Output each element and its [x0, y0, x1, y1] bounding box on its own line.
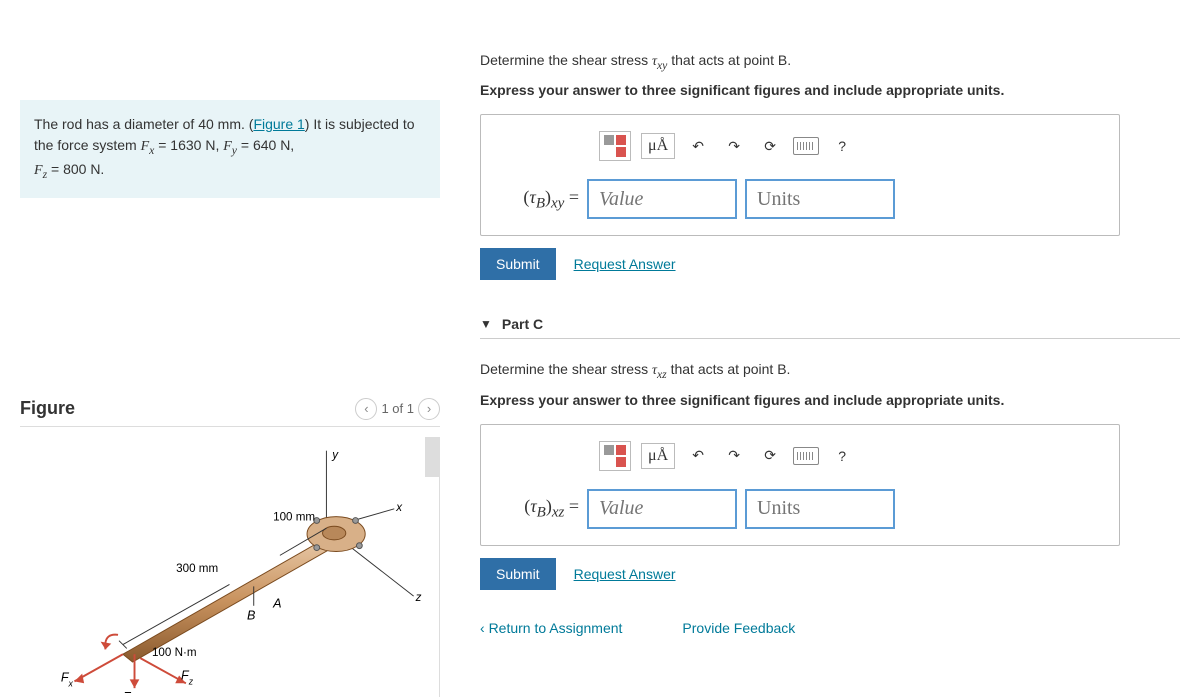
partb-units-input[interactable] [745, 179, 895, 219]
undo-icon[interactable]: ↶ [685, 133, 711, 159]
partc-units-input[interactable] [745, 489, 895, 529]
svg-text:Fx: Fx [61, 670, 74, 688]
caret-down-icon: ▼ [480, 317, 492, 331]
figure-counter: 1 of 1 [381, 401, 414, 416]
svg-text:B: B [247, 608, 255, 622]
keyboard-icon[interactable] [793, 133, 819, 159]
help-icon[interactable]: ? [829, 443, 855, 469]
partc-value-input[interactable] [587, 489, 737, 529]
figure-link[interactable]: Figure 1 [253, 116, 304, 132]
figure-prev-button[interactable]: ‹ [355, 398, 377, 420]
partc-submit-button[interactable]: Submit [480, 558, 556, 590]
svg-text:y: y [331, 448, 339, 461]
partb-answer-box: μÅ ↶ ↷ ⟳ ? (τB)xy = [480, 114, 1120, 236]
template-icon[interactable] [599, 131, 631, 161]
units-menu-button[interactable]: μÅ [641, 443, 675, 469]
svg-text:Fy: Fy [123, 689, 136, 692]
partb-instruct: Express your answer to three significant… [480, 82, 1180, 98]
redo-icon[interactable]: ↷ [721, 443, 747, 469]
partc-instruct: Express your answer to three significant… [480, 392, 1180, 408]
reset-icon[interactable]: ⟳ [757, 133, 783, 159]
units-menu-button[interactable]: μÅ [641, 133, 675, 159]
partb-value-input[interactable] [587, 179, 737, 219]
reset-icon[interactable]: ⟳ [757, 443, 783, 469]
partb-submit-button[interactable]: Submit [480, 248, 556, 280]
keyboard-icon[interactable] [793, 443, 819, 469]
dim-300: 300 mm [176, 561, 218, 574]
dim-100: 100 mm [273, 510, 315, 523]
partc-var-label: (τB)xz = [499, 496, 579, 522]
figure-next-button[interactable]: › [418, 398, 440, 420]
feedback-link[interactable]: Provide Feedback [682, 620, 795, 636]
undo-icon[interactable]: ↶ [685, 443, 711, 469]
return-link[interactable]: ‹ Return to Assignment [480, 620, 622, 636]
figure-scrollbar[interactable] [425, 437, 439, 477]
partc-prompt: Determine the shear stress τxz that acts… [480, 359, 1180, 383]
svg-text:x: x [395, 500, 403, 513]
template-icon[interactable] [599, 441, 631, 471]
svg-text:A: A [272, 596, 281, 610]
bottom-links: ‹ Return to Assignment Provide Feedback [480, 620, 1180, 636]
partc-header[interactable]: ▼ Part C [480, 310, 1180, 339]
partc-request-answer-link[interactable]: Request Answer [574, 566, 676, 582]
moment-label: 100 N·m [152, 646, 197, 659]
problem-text: The rod has a diameter of 40 mm. ( [34, 116, 253, 132]
svg-text:Fz: Fz [181, 668, 194, 686]
partb-request-answer-link[interactable]: Request Answer [574, 256, 676, 272]
svg-text:z: z [415, 591, 422, 604]
partc-title: Part C [502, 316, 543, 332]
figure-canvas: y x z [20, 437, 440, 697]
partb-prompt: Determine the shear stress τxy that acts… [480, 50, 1180, 74]
figure-title: Figure [20, 398, 355, 419]
partc-answer-box: μÅ ↶ ↷ ⟳ ? (τB)xz = [480, 424, 1120, 546]
partb-var-label: (τB)xy = [499, 187, 579, 213]
redo-icon[interactable]: ↷ [721, 133, 747, 159]
problem-statement: The rod has a diameter of 40 mm. (Figure… [20, 100, 440, 198]
help-icon[interactable]: ? [829, 133, 855, 159]
